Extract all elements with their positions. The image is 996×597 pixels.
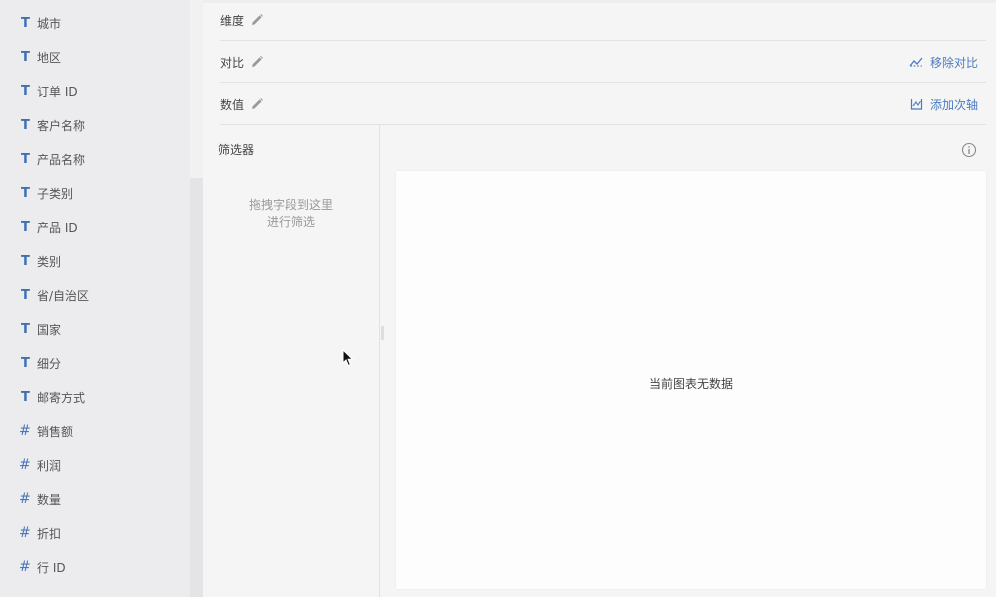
field-item-label: 邮寄方式 bbox=[37, 390, 86, 405]
panel-resize-handle[interactable] bbox=[381, 326, 384, 340]
text-type-icon: T bbox=[21, 151, 30, 167]
compare-shelf[interactable]: 对比 移除对比 bbox=[220, 42, 986, 83]
field-item-label: 产品 ID bbox=[37, 220, 78, 235]
field-item-label: 订单 ID bbox=[37, 84, 78, 99]
edit-pencil-icon[interactable] bbox=[250, 97, 264, 111]
remove-compare-label: 移除对比 bbox=[929, 55, 978, 70]
edit-pencil-icon[interactable] bbox=[250, 55, 264, 69]
measure-type-icon: # bbox=[19, 559, 31, 575]
remove-compare-icon bbox=[909, 57, 923, 67]
value-shelf[interactable]: 数值 添加次轴 bbox=[220, 84, 986, 125]
text-type-icon: T bbox=[21, 49, 30, 65]
compare-shelf-label: 对比 bbox=[220, 55, 245, 70]
dimension-shelf-label: 维度 bbox=[220, 13, 245, 28]
field-item[interactable]: # 数量 bbox=[0, 482, 190, 516]
value-shelf-label: 数值 bbox=[220, 97, 245, 112]
text-type-icon: T bbox=[21, 185, 30, 201]
field-item[interactable]: T 订单 ID bbox=[0, 74, 190, 108]
field-item-label: 国家 bbox=[37, 322, 62, 337]
measure-type-icon: # bbox=[19, 423, 31, 439]
field-item-label: 折扣 bbox=[37, 526, 62, 541]
field-list-scrollbar[interactable] bbox=[190, 0, 203, 597]
field-item-label: 细分 bbox=[37, 356, 62, 371]
text-type-icon: T bbox=[21, 83, 30, 99]
field-item[interactable]: # 销售额 bbox=[0, 414, 190, 448]
field-item[interactable]: # 行 ID bbox=[0, 550, 190, 584]
remove-compare-button[interactable]: 移除对比 bbox=[909, 42, 978, 82]
add-secondary-axis-button[interactable]: 添加次轴 bbox=[910, 84, 978, 124]
dimension-shelf[interactable]: 维度 bbox=[220, 0, 986, 41]
text-type-icon: T bbox=[21, 389, 30, 405]
mouse-cursor-icon bbox=[342, 348, 354, 370]
main-editor: 维度 对比 移除对比 数值 添加次轴 筛选器 拖拽字段到这里 进行筛选 当前图表… bbox=[203, 0, 996, 597]
field-item-label: 产品名称 bbox=[37, 152, 86, 167]
field-item[interactable]: T 城市 bbox=[0, 6, 190, 40]
text-type-icon: T bbox=[21, 287, 30, 303]
field-item[interactable]: T 邮寄方式 bbox=[0, 380, 190, 414]
secondary-axis-icon bbox=[910, 99, 923, 110]
field-item-label: 子类别 bbox=[37, 186, 74, 201]
field-item[interactable]: T 类别 bbox=[0, 244, 190, 278]
field-item-label: 销售额 bbox=[37, 424, 74, 439]
text-type-icon: T bbox=[21, 117, 30, 133]
filter-hint-line1: 拖拽字段到这里 bbox=[248, 198, 333, 212]
filter-title: 筛选器 bbox=[218, 143, 255, 157]
field-item-label: 数量 bbox=[37, 492, 62, 507]
field-item-label: 地区 bbox=[37, 50, 62, 65]
field-list-panel: T 城市 T 地区 T 订单 ID T 客户名称 T 产品名称 T 子类别 T 产品 ID T 类别 T 省/自治… bbox=[0, 0, 190, 597]
field-item-label: 类别 bbox=[37, 254, 62, 269]
field-item[interactable]: T 子类别 bbox=[0, 176, 190, 210]
field-item[interactable]: T 产品名称 bbox=[0, 142, 190, 176]
text-type-icon: T bbox=[21, 321, 30, 337]
field-item[interactable]: T 细分 bbox=[0, 346, 190, 380]
text-type-icon: T bbox=[21, 15, 30, 31]
text-type-icon: T bbox=[21, 355, 30, 371]
field-item[interactable]: T 客户名称 bbox=[0, 108, 190, 142]
field-item-label: 城市 bbox=[37, 16, 62, 31]
empty-chart-message: 当前图表无数据 bbox=[648, 377, 733, 391]
field-item-label: 省/自治区 bbox=[37, 288, 90, 303]
field-item[interactable]: # 折扣 bbox=[0, 516, 190, 550]
add-secondary-axis-label: 添加次轴 bbox=[929, 97, 978, 112]
info-icon[interactable] bbox=[961, 142, 977, 161]
measure-type-icon: # bbox=[19, 525, 31, 541]
field-item[interactable]: # 利润 bbox=[0, 448, 190, 482]
filter-drop-hint: 拖拽字段到这里 进行筛选 bbox=[203, 197, 379, 231]
field-item-label: 利润 bbox=[37, 458, 62, 473]
field-item[interactable]: T 国家 bbox=[0, 312, 190, 346]
measure-type-icon: # bbox=[19, 491, 31, 507]
scrollbar-thumb[interactable] bbox=[190, 178, 203, 597]
filter-hint-line2: 进行筛选 bbox=[266, 215, 315, 229]
chart-canvas[interactable]: 当前图表无数据 bbox=[396, 171, 986, 589]
field-item[interactable]: T 省/自治区 bbox=[0, 278, 190, 312]
text-type-icon: T bbox=[21, 253, 30, 269]
edit-pencil-icon[interactable] bbox=[250, 13, 264, 27]
field-item-label: 行 ID bbox=[37, 560, 66, 575]
measure-type-icon: # bbox=[19, 457, 31, 473]
text-type-icon: T bbox=[21, 219, 30, 235]
field-item[interactable]: T 产品 ID bbox=[0, 210, 190, 244]
field-item[interactable]: T 地区 bbox=[0, 40, 190, 74]
field-item-label: 客户名称 bbox=[37, 118, 86, 133]
